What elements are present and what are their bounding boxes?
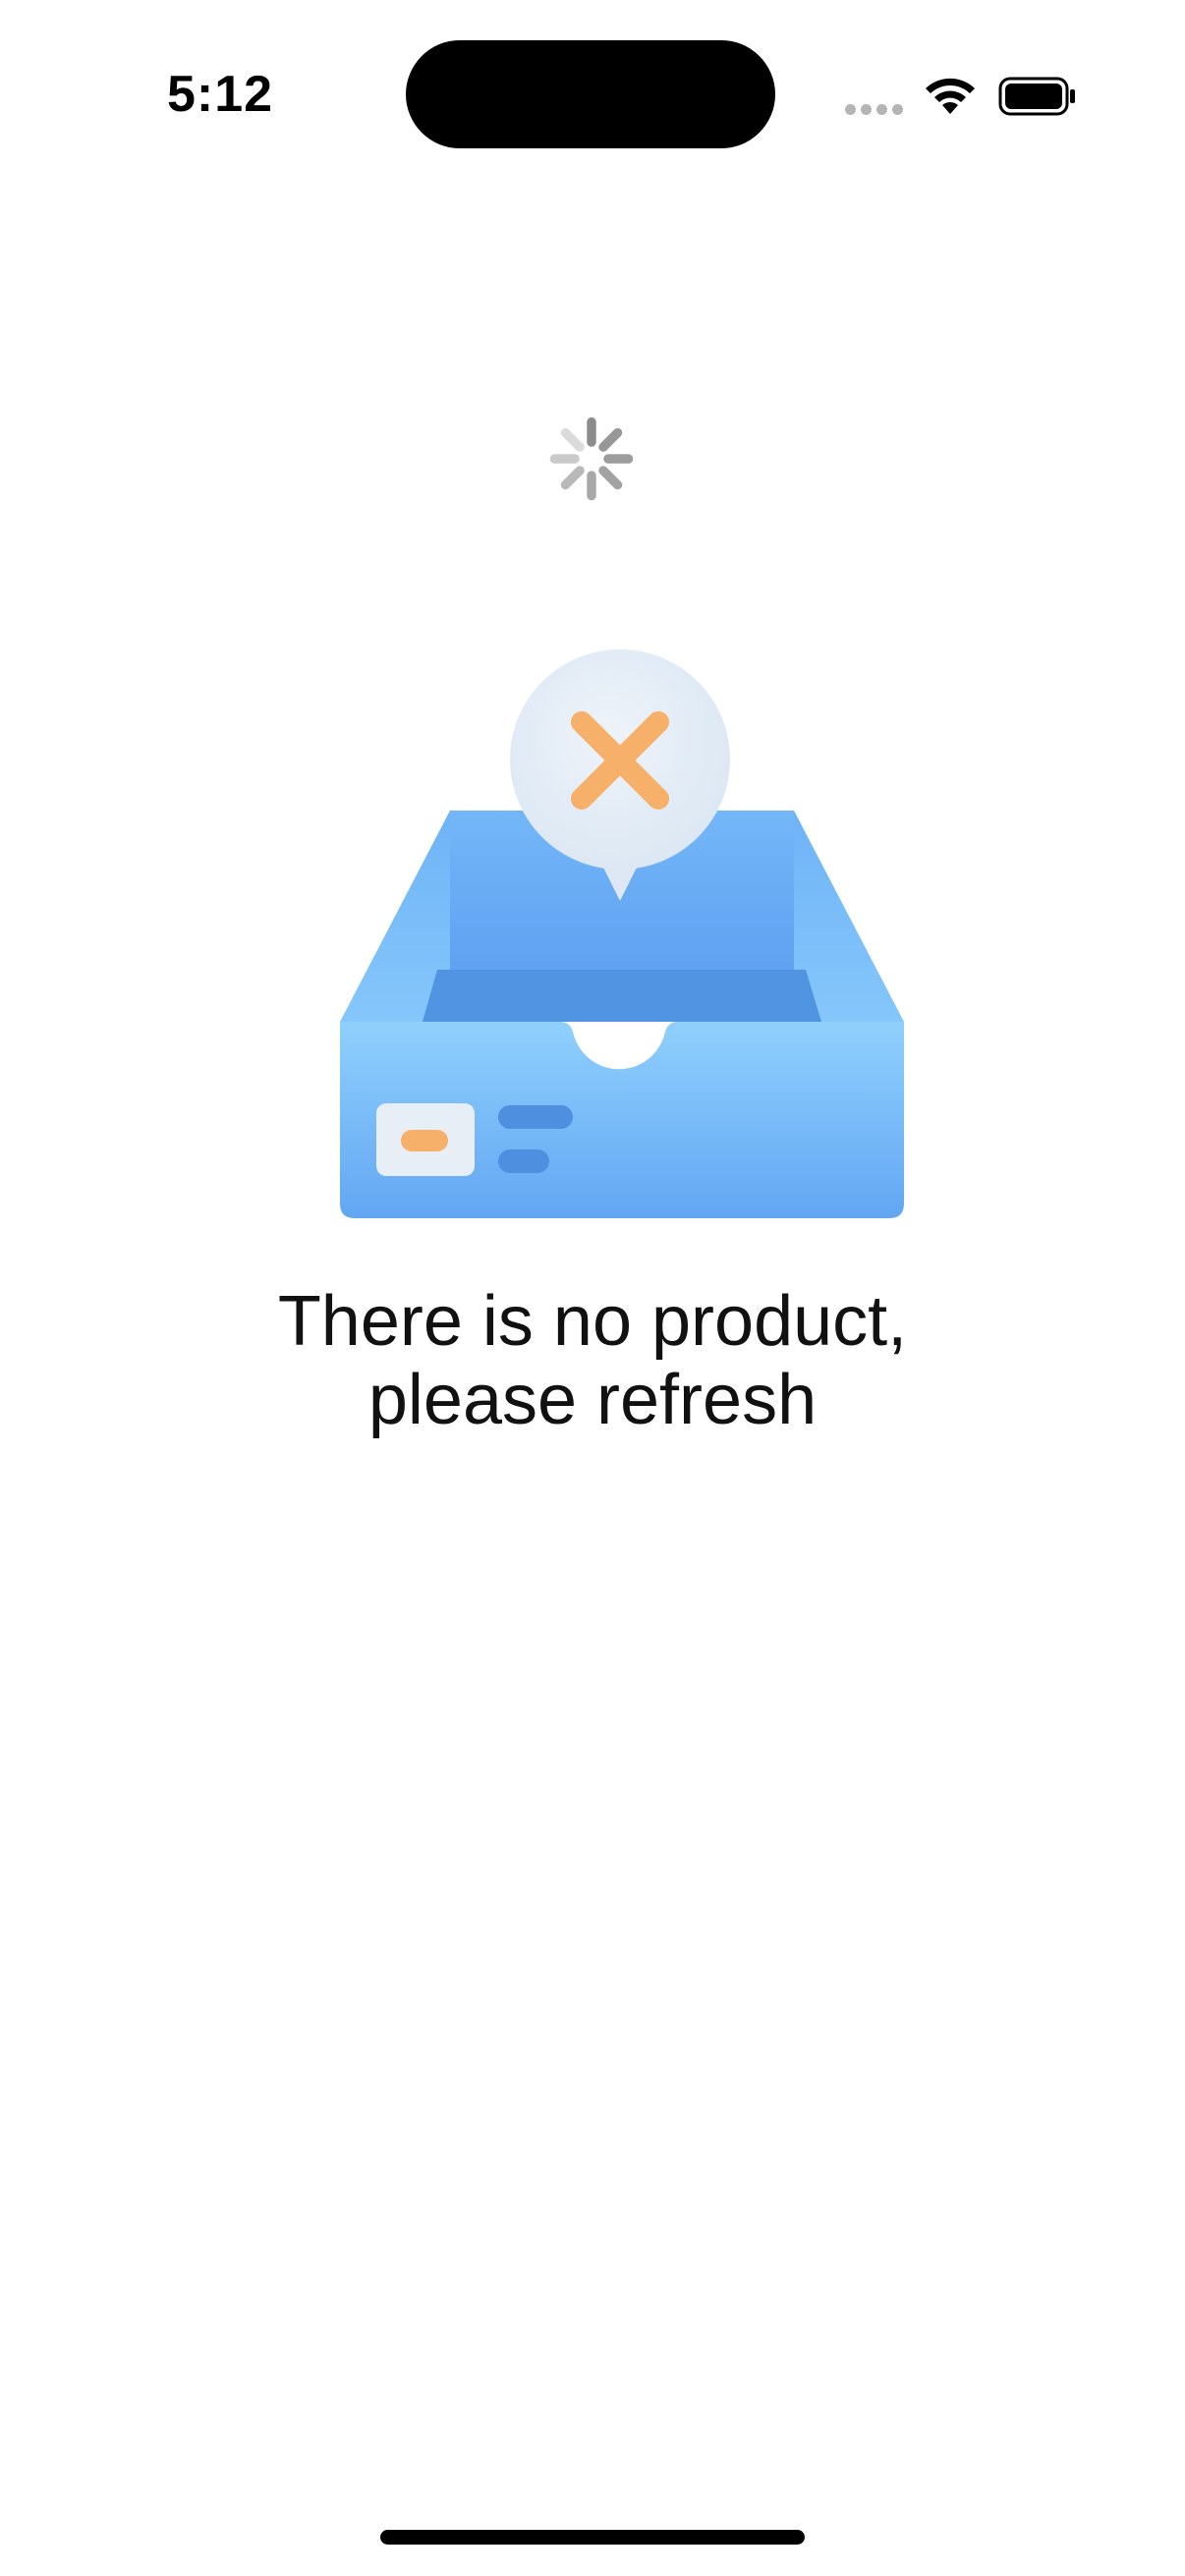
home-indicator[interactable] xyxy=(380,2530,805,2545)
dynamic-island xyxy=(406,40,775,148)
wifi-icon xyxy=(926,78,975,114)
status-bar: 5:12 xyxy=(0,0,1185,187)
empty-state-message-line-2: please refresh xyxy=(367,1361,818,1439)
empty-inbox-icon xyxy=(340,649,904,1218)
empty-state-message-line-1: There is no product, xyxy=(277,1282,908,1361)
signal-dots-icon xyxy=(845,102,908,116)
battery-icon xyxy=(998,77,1075,116)
loading-spinner-icon xyxy=(549,417,634,501)
status-time: 5:12 xyxy=(167,66,274,123)
empty-state-message: There is no product, please refresh xyxy=(0,1282,1185,1439)
